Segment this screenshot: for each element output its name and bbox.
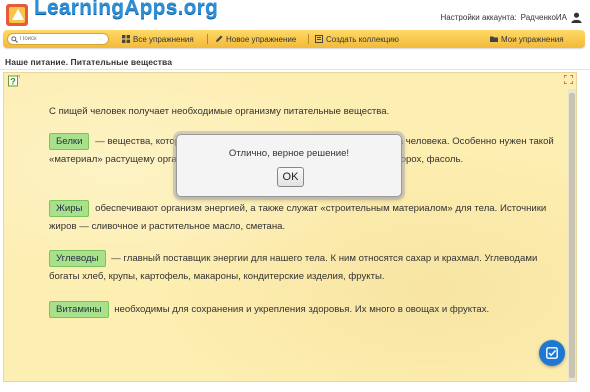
nav-my-exercises-label: Мои упражнения: [501, 34, 564, 44]
svg-text:?: ?: [10, 77, 16, 87]
result-message: Отлично, верное решение!: [228, 148, 350, 159]
paragraph-vitamins: Витамины необходимы для сохранения и укр…: [49, 301, 559, 319]
nav-all-exercises-label: Все упражнения: [133, 34, 194, 44]
account-area[interactable]: Настройки аккаунта: РадченкоИА: [441, 12, 582, 23]
folder-icon: [490, 36, 498, 42]
intro-paragraph: С пищей человек получает необходимые орг…: [49, 106, 390, 117]
collection-icon: [315, 35, 323, 43]
check-button[interactable]: [539, 340, 565, 366]
nav-create-collection[interactable]: Создать коллекцию: [315, 33, 399, 45]
nav-all-exercises[interactable]: Все упражнения: [122, 33, 194, 45]
nav-my-exercises[interactable]: Мои упражнения: [490, 33, 564, 45]
paragraph-fats: Жиры обеспечивают организм энергией, а т…: [49, 200, 559, 236]
account-settings-label[interactable]: Настройки аккаунта:: [441, 13, 517, 22]
check-edit-icon: [546, 347, 558, 359]
exercise-frame: ? С пищей человек получает необходимые о…: [3, 72, 577, 382]
nav-divider: [207, 34, 208, 44]
help-icon[interactable]: ?: [8, 75, 20, 87]
main-navbar: Все упражнения Новое упражнение Создать …: [3, 30, 585, 48]
search-box[interactable]: [7, 33, 109, 45]
answer-tag-proteins[interactable]: Белки: [49, 133, 90, 150]
nav-divider: [308, 34, 309, 44]
scrollbar-thumb[interactable]: [569, 93, 575, 378]
paragraph-carbs: Углеводы — главный поставщик энергии для…: [49, 250, 559, 286]
brand-name[interactable]: LearningApps.org: [34, 0, 218, 20]
search-icon: [11, 35, 18, 43]
user-icon[interactable]: [571, 12, 582, 23]
pencil-icon: [216, 35, 223, 42]
top-bar: LearningApps.org Настройки аккаунта: Рад…: [0, 0, 590, 30]
answer-tag-fats[interactable]: Жиры: [49, 200, 90, 217]
title-divider: [0, 69, 590, 70]
answer-tag-vitamins[interactable]: Витамины: [49, 301, 109, 318]
result-dialog: Отлично, верное решение! OK: [176, 134, 402, 197]
paragraph-fats-text: обеспечивают организм энергией, а также …: [49, 203, 547, 233]
ok-button[interactable]: OK: [277, 167, 304, 187]
search-input[interactable]: [20, 36, 106, 42]
nav-new-exercise[interactable]: Новое упражнение: [215, 33, 296, 45]
paragraph-carbs-text: — главный поставщик энергии для нашего т…: [49, 253, 538, 283]
logo-icon[interactable]: [4, 0, 34, 30]
paragraph-vitamins-text: необходимы для сохранения и укрепления з…: [114, 304, 490, 316]
expand-icon[interactable]: [564, 75, 573, 84]
page-title: Наше питание. Питательные вещества: [5, 57, 173, 67]
grid-icon: [122, 35, 130, 43]
answer-tag-carbs[interactable]: Углеводы: [49, 250, 106, 267]
account-username[interactable]: РадченкоИА: [521, 13, 567, 22]
nav-new-exercise-label: Новое упражнение: [226, 34, 297, 44]
nav-create-collection-label: Создать коллекцию: [326, 34, 399, 44]
